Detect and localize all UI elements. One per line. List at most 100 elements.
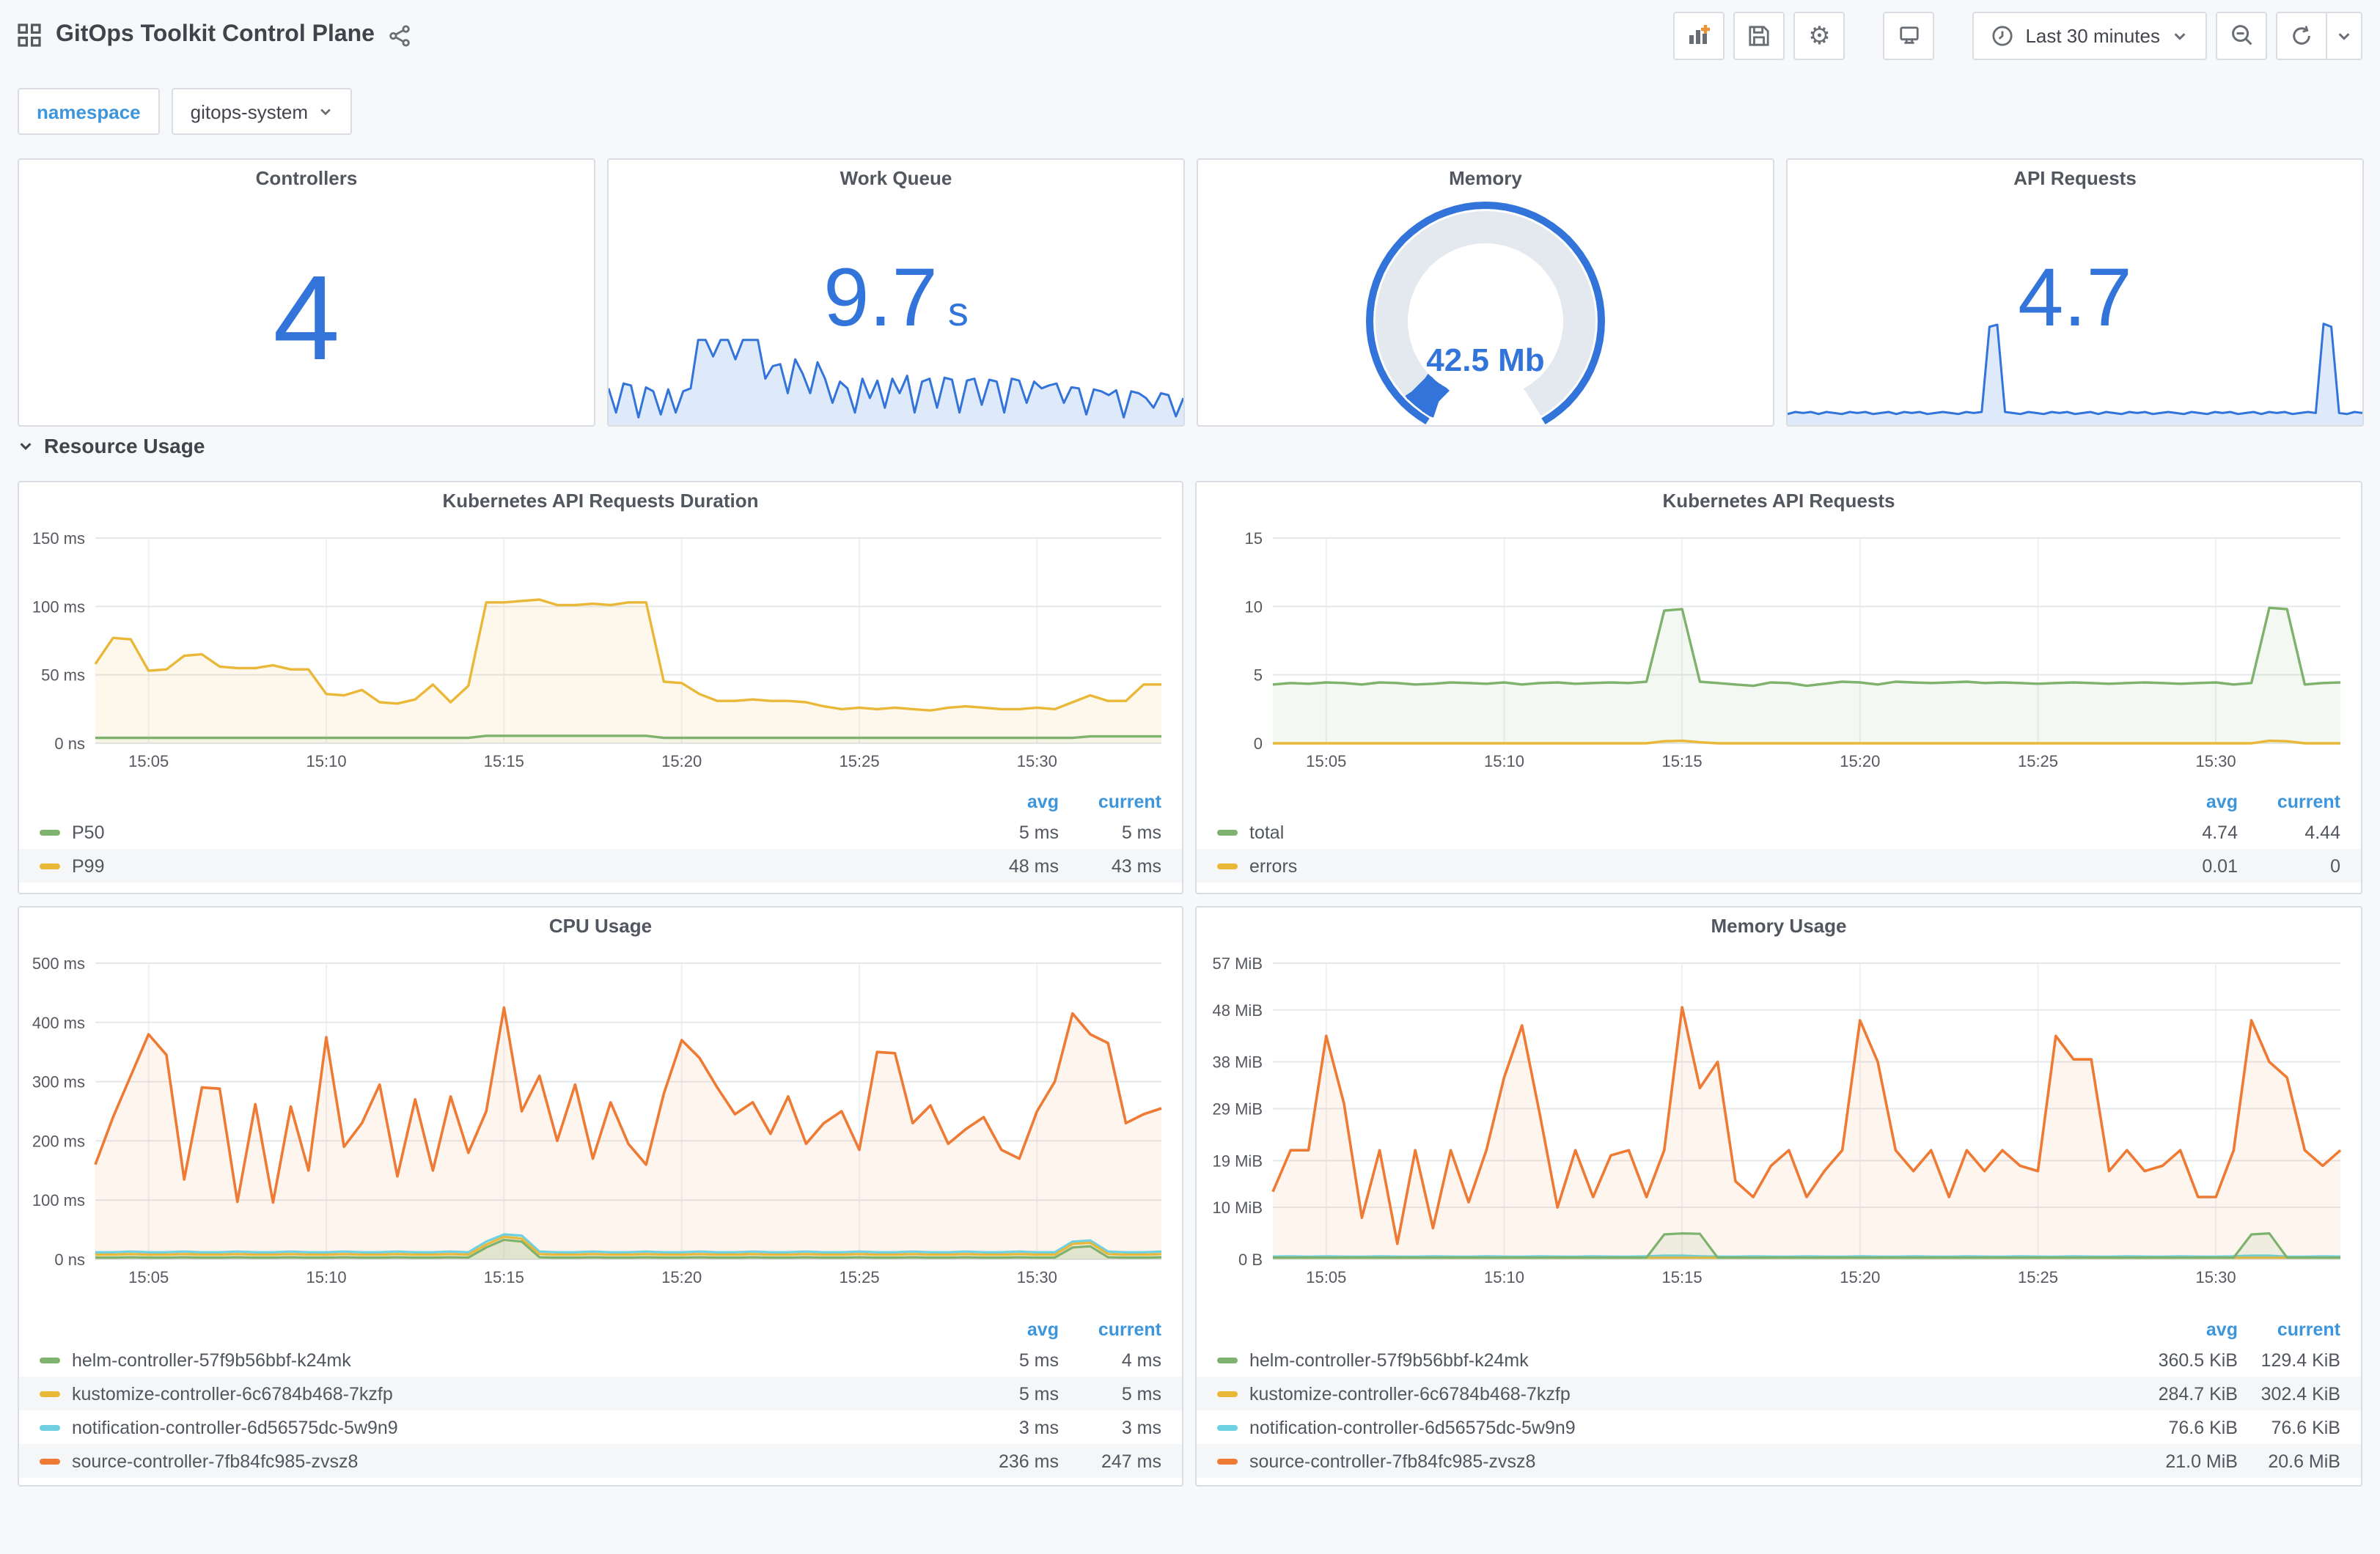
legend-header: avg current bbox=[1197, 789, 2361, 815]
legend-sort-current[interactable]: current bbox=[1059, 792, 1161, 812]
legend-row: source-controller-7fb84fc985-zvsz8 236 ms… bbox=[19, 1444, 1182, 1478]
series-color-dash[interactable] bbox=[1217, 1424, 1238, 1430]
series-name[interactable]: source-controller-7fb84fc985-zvsz8 bbox=[1249, 1451, 2115, 1471]
panel-title[interactable]: Kubernetes API Requests Duration bbox=[19, 482, 1182, 520]
legend-row: kustomize-controller-6c6784b468-7kzfp 284… bbox=[1197, 1377, 2361, 1410]
svg-text:15:20: 15:20 bbox=[661, 1268, 702, 1286]
panel-k8s-api-requests: Kubernetes API Requests 15:05 15:10 15:15 1… bbox=[1195, 481, 2362, 894]
panel-title[interactable]: API Requests bbox=[1788, 160, 2362, 198]
series-name[interactable]: P99 bbox=[72, 855, 936, 876]
series-color-dash[interactable] bbox=[1217, 1357, 1238, 1363]
variable-label-namespace: namespace bbox=[18, 88, 160, 135]
legend: avg current P50 5 ms 5 ms P99 48 ms 43 ms bbox=[19, 789, 1182, 883]
refresh-button[interactable] bbox=[2276, 11, 2327, 59]
variable-value-dropdown[interactable]: gitops-system bbox=[171, 88, 353, 135]
timeseries-chart[interactable]: 15:05 15:10 15:15 15:20 15:25 15:30 0 5 10 15 bbox=[1197, 520, 2361, 778]
svg-text:15:15: 15:15 bbox=[484, 1268, 524, 1286]
row-title: Resource Usage bbox=[44, 434, 205, 457]
panel-title[interactable]: Memory bbox=[1198, 160, 1773, 198]
legend-sort-current[interactable]: current bbox=[1059, 1319, 1161, 1340]
share-icon[interactable] bbox=[389, 24, 411, 46]
svg-text:10: 10 bbox=[1245, 597, 1263, 616]
timeseries-chart[interactable]: 15:05 15:10 15:15 15:20 15:25 15:30 0 ns 100 ms… bbox=[19, 946, 1182, 1306]
series-name[interactable]: source-controller-7fb84fc985-zvsz8 bbox=[72, 1451, 936, 1471]
series-avg: 21.0 MiB bbox=[2165, 1451, 2238, 1471]
series-color-dash[interactable] bbox=[40, 1424, 60, 1430]
legend-row: helm-controller-57f9b56bbf-k24mk 5 ms 4 ms bbox=[19, 1343, 1182, 1377]
series-name[interactable]: P50 bbox=[72, 822, 936, 842]
series-color-dash[interactable] bbox=[40, 1357, 60, 1363]
time-range-label: Last 30 minutes bbox=[2025, 24, 2160, 46]
svg-text:57 MiB: 57 MiB bbox=[1213, 954, 1263, 973]
panel-memory: Memory 42.5 Mb bbox=[1197, 158, 1774, 427]
series-name[interactable]: notification-controller-6d56575dc-5w9n9 bbox=[72, 1417, 936, 1437]
series-color-dash[interactable] bbox=[40, 863, 60, 869]
series-avg: 5 ms bbox=[1018, 1383, 1059, 1404]
legend-row: kustomize-controller-6c6784b468-7kzfp 5 m… bbox=[19, 1377, 1182, 1410]
panel-title[interactable]: Controllers bbox=[19, 160, 594, 198]
save-dashboard-button[interactable] bbox=[1733, 11, 1785, 59]
panel-title[interactable]: Work Queue bbox=[609, 160, 1183, 198]
refresh-interval-dropdown[interactable] bbox=[2327, 11, 2362, 59]
panel-title[interactable]: Kubernetes API Requests bbox=[1197, 482, 2361, 520]
series-current: 247 ms bbox=[1101, 1451, 1161, 1471]
series-color-dash[interactable] bbox=[1217, 829, 1238, 835]
row-resource-usage[interactable]: Resource Usage bbox=[18, 434, 205, 457]
svg-text:200 ms: 200 ms bbox=[32, 1132, 85, 1150]
svg-text:15: 15 bbox=[1245, 529, 1263, 548]
series-name[interactable]: helm-controller-57f9b56bbf-k24mk bbox=[1249, 1349, 2115, 1370]
series-current: 76.6 KiB bbox=[2271, 1417, 2340, 1437]
chevron-down-icon bbox=[2338, 32, 2350, 40]
dashboard-grid-icon[interactable] bbox=[18, 23, 41, 47]
svg-text:400 ms: 400 ms bbox=[32, 1014, 85, 1032]
settings-button[interactable]: ⚙ bbox=[1793, 11, 1845, 59]
svg-text:15:20: 15:20 bbox=[661, 752, 702, 770]
series-current: 0 bbox=[2330, 855, 2340, 876]
time-range-picker[interactable]: Last 30 minutes bbox=[1972, 11, 2207, 59]
series-name[interactable]: helm-controller-57f9b56bbf-k24mk bbox=[72, 1349, 936, 1370]
series-color-dash[interactable] bbox=[40, 1391, 60, 1396]
svg-text:15:30: 15:30 bbox=[2196, 1268, 2236, 1286]
svg-text:15:15: 15:15 bbox=[484, 752, 524, 770]
series-name[interactable]: kustomize-controller-6c6784b468-7kzfp bbox=[72, 1383, 936, 1404]
series-color-dash[interactable] bbox=[1217, 1458, 1238, 1464]
series-color-dash[interactable] bbox=[1217, 1391, 1238, 1396]
zoom-out-button[interactable] bbox=[2216, 11, 2267, 59]
legend-sort-avg[interactable]: avg bbox=[936, 1319, 1059, 1340]
series-color-dash[interactable] bbox=[1217, 863, 1238, 869]
timeseries-chart[interactable]: 15:05 15:10 15:15 15:20 15:25 15:30 0 ns 50 ms 1… bbox=[19, 520, 1182, 778]
svg-text:15:05: 15:05 bbox=[128, 752, 169, 770]
series-name[interactable]: errors bbox=[1249, 855, 2115, 876]
zoom-out-icon bbox=[2231, 25, 2252, 45]
series-name[interactable]: total bbox=[1249, 822, 2115, 842]
legend-sort-avg[interactable]: avg bbox=[936, 792, 1059, 812]
panel-work-queue: Work Queue 9.7 s bbox=[607, 158, 1185, 427]
svg-text:0 B: 0 B bbox=[1238, 1251, 1263, 1269]
svg-text:15:25: 15:25 bbox=[840, 1268, 880, 1286]
legend-row: P50 5 ms 5 ms bbox=[19, 815, 1182, 849]
series-name[interactable]: notification-controller-6d56575dc-5w9n9 bbox=[1249, 1417, 2115, 1437]
panel-title[interactable]: Memory Usage bbox=[1197, 907, 2361, 946]
series-color-dash[interactable] bbox=[40, 1458, 60, 1464]
gauge-arc bbox=[1365, 201, 1606, 425]
series-color-dash[interactable] bbox=[40, 829, 60, 835]
tv-mode-button[interactable] bbox=[1883, 11, 1935, 59]
series-current: 4.44 bbox=[2304, 822, 2340, 842]
legend-sort-avg[interactable]: avg bbox=[2115, 792, 2238, 812]
svg-text:15:10: 15:10 bbox=[306, 1268, 347, 1286]
add-panel-button[interactable] bbox=[1673, 11, 1725, 59]
svg-text:50 ms: 50 ms bbox=[41, 666, 85, 685]
series-name[interactable]: kustomize-controller-6c6784b468-7kzfp bbox=[1249, 1383, 2115, 1404]
svg-text:0: 0 bbox=[1254, 734, 1263, 753]
timeseries-chart[interactable]: 15:05 15:10 15:15 15:20 15:25 15:30 0 B 10 MiB 1… bbox=[1197, 946, 2361, 1306]
series-avg: 76.6 KiB bbox=[2168, 1417, 2238, 1437]
stat-value-memory: 42.5 Mb bbox=[1426, 342, 1545, 378]
legend-sort-avg[interactable]: avg bbox=[2115, 1319, 2238, 1340]
panel-controllers: Controllers 4 bbox=[18, 158, 595, 427]
legend-sort-current[interactable]: current bbox=[2238, 1319, 2340, 1340]
legend-row: notification-controller-6d56575dc-5w9n9 7… bbox=[1197, 1410, 2361, 1444]
panel-title[interactable]: CPU Usage bbox=[19, 907, 1182, 946]
legend-header: avg current bbox=[19, 789, 1182, 815]
legend-sort-current[interactable]: current bbox=[2238, 792, 2340, 812]
svg-text:19 MiB: 19 MiB bbox=[1213, 1152, 1263, 1170]
